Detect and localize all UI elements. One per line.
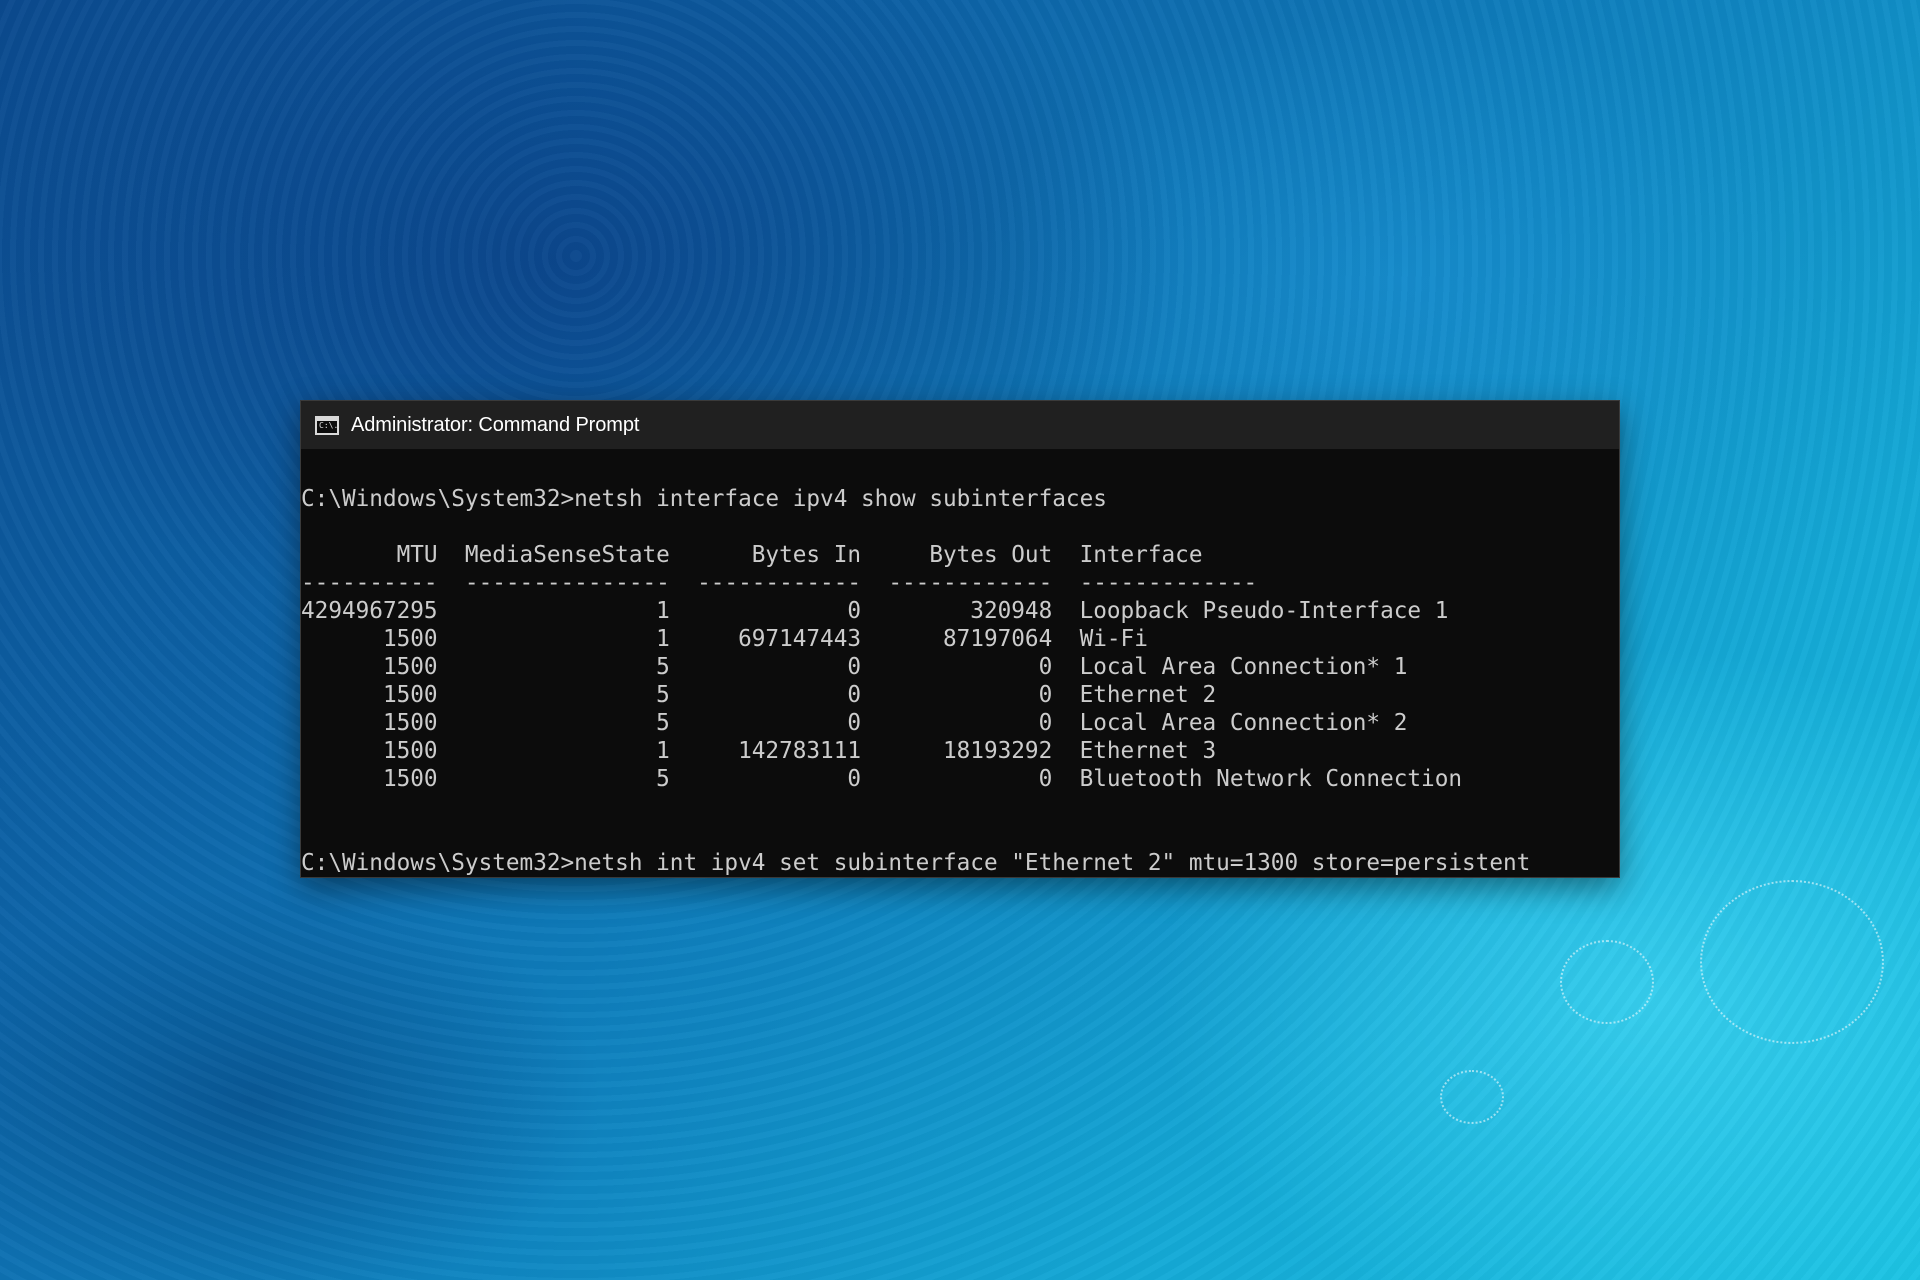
table-row: 4294967295 1 0 320948 Loopback Pseudo-In… <box>301 598 1449 624</box>
table-row: 1500 5 0 0 Ethernet 2 <box>301 682 1217 708</box>
window-titlebar[interactable]: C:\. Administrator: Command Prompt <box>301 401 1619 449</box>
table-row: 1500 5 0 0 Local Area Connection* 2 <box>301 710 1408 736</box>
table-row: 1500 5 0 0 Bluetooth Network Connection <box>301 766 1463 792</box>
command-line-2[interactable]: C:\Windows\System32>netsh int ipv4 set s… <box>301 849 1619 877</box>
console-output[interactable]: C:\Windows\System32>netsh interface ipv4… <box>301 457 1619 877</box>
command-line-1: C:\Windows\System32>netsh interface ipv4… <box>301 486 1107 512</box>
table-separator: ---------- --------------- ------------ … <box>301 570 1258 596</box>
table-row: 1500 1 142783111 18193292 Ethernet 3 <box>301 738 1217 764</box>
wallpaper-foam <box>1560 940 1654 1024</box>
wallpaper-foam <box>1700 880 1884 1044</box>
command-prompt-window[interactable]: C:\. Administrator: Command Prompt C:\Wi… <box>301 401 1619 877</box>
table-row: 1500 1 697147443 87197064 Wi-Fi <box>301 626 1148 652</box>
table-row: 1500 5 0 0 Local Area Connection* 1 <box>301 654 1408 680</box>
wallpaper-foam <box>1440 1070 1504 1124</box>
window-title: Administrator: Command Prompt <box>351 413 640 436</box>
table-header: MTU MediaSenseState Bytes In Bytes Out I… <box>301 542 1203 568</box>
cmd-icon-glyph: C:\. <box>319 420 339 430</box>
cmd-icon: C:\. <box>315 415 339 435</box>
